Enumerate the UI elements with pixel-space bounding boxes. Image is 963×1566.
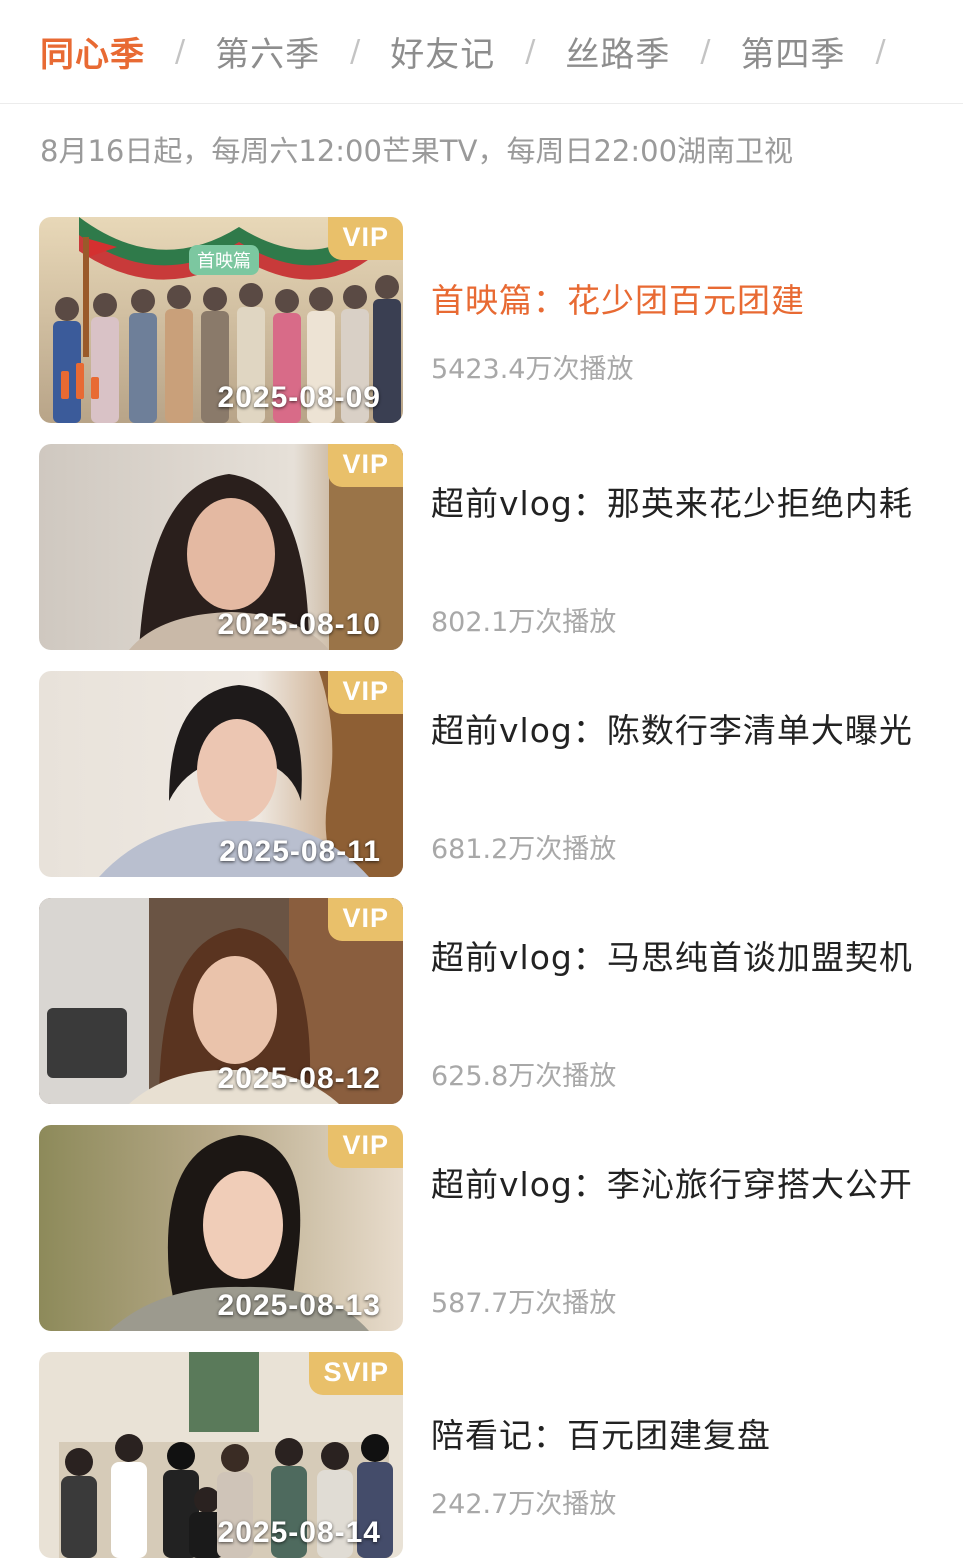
episode-title[interactable]: 首映篇：花少团百元团建 <box>431 277 921 325</box>
episode-item[interactable]: VIP 2025-08-10 超前vlog：那英来花少拒绝内耗 802.1万次播… <box>39 444 929 650</box>
view-count: 625.8万次播放 <box>431 1061 617 1092</box>
episode-date: 2025-08-14 <box>217 1516 381 1549</box>
episode-title[interactable]: 超前vlog：李沁旅行穿搭大公开 <box>431 1161 921 1209</box>
tab-separator: / <box>175 34 186 69</box>
episode-thumbnail[interactable]: VIP 2025-08-11 <box>39 671 403 877</box>
episode-item[interactable]: 首映篇 VIP 2025-08-09 首映篇：花少团百元团建 5423.4万次播… <box>39 217 929 423</box>
tab-separator: / <box>700 34 711 69</box>
episode-date: 2025-08-12 <box>217 1062 381 1095</box>
broadcast-schedule: 8月16日起，每周六12:00芒果TV，每周日22:00湖南卫视 <box>40 134 794 168</box>
episode-date: 2025-08-11 <box>219 835 381 868</box>
season-tabs: 同心季 / 第六季 / 好友记 / 丝路季 / 第四季 / <box>0 0 963 104</box>
vip-badge: VIP <box>328 217 403 260</box>
tab-friends[interactable]: 好友记 <box>390 27 495 76</box>
svip-badge: SVIP <box>309 1352 403 1395</box>
episode-title[interactable]: 超前vlog：陈数行李清单大曝光 <box>431 707 921 755</box>
view-count: 5423.4万次播放 <box>431 354 634 385</box>
vip-badge: VIP <box>328 1125 403 1168</box>
view-count: 802.1万次播放 <box>431 607 617 638</box>
now-playing-icon <box>61 363 99 399</box>
view-count: 681.2万次播放 <box>431 834 617 865</box>
episode-item[interactable]: VIP 2025-08-13 超前vlog：李沁旅行穿搭大公开 587.7万次播… <box>39 1125 929 1331</box>
view-count: 242.7万次播放 <box>431 1489 617 1520</box>
episode-title[interactable]: 陪看记：百元团建复盘 <box>431 1412 921 1460</box>
tab-tongxin-season[interactable]: 同心季 <box>40 27 145 76</box>
thumbnail-caption: 首映篇 <box>197 251 251 272</box>
episode-thumbnail[interactable]: VIP 2025-08-13 <box>39 1125 403 1331</box>
view-count: 587.7万次播放 <box>431 1288 617 1319</box>
tab-separator: / <box>525 34 536 69</box>
episode-item[interactable]: VIP 2025-08-12 超前vlog：马思纯首谈加盟契机 625.8万次播… <box>39 898 929 1104</box>
tab-silk-road-season[interactable]: 丝路季 <box>565 27 670 76</box>
vip-badge: VIP <box>328 444 403 487</box>
episode-item[interactable]: VIP 2025-08-11 超前vlog：陈数行李清单大曝光 681.2万次播… <box>39 671 929 877</box>
episode-date: 2025-08-09 <box>217 381 381 414</box>
episode-date: 2025-08-13 <box>217 1289 381 1322</box>
episode-item[interactable]: SVIP 2025-08-14 陪看记：百元团建复盘 242.7万次播放 <box>39 1352 929 1558</box>
tab-season-four[interactable]: 第四季 <box>740 27 845 76</box>
episode-date: 2025-08-10 <box>217 608 381 641</box>
episode-title[interactable]: 超前vlog：那英来花少拒绝内耗 <box>431 480 921 528</box>
vip-badge: VIP <box>328 671 403 714</box>
vip-badge: VIP <box>328 898 403 941</box>
episode-thumbnail[interactable]: SVIP 2025-08-14 <box>39 1352 403 1558</box>
episode-thumbnail[interactable]: VIP 2025-08-12 <box>39 898 403 1104</box>
tab-season-six[interactable]: 第六季 <box>215 27 320 76</box>
tab-separator: / <box>350 34 361 69</box>
episode-thumbnail[interactable]: VIP 2025-08-10 <box>39 444 403 650</box>
episode-thumbnail[interactable]: 首映篇 VIP 2025-08-09 <box>39 217 403 423</box>
episode-title[interactable]: 超前vlog：马思纯首谈加盟契机 <box>431 934 921 982</box>
tab-separator: / <box>875 34 886 69</box>
